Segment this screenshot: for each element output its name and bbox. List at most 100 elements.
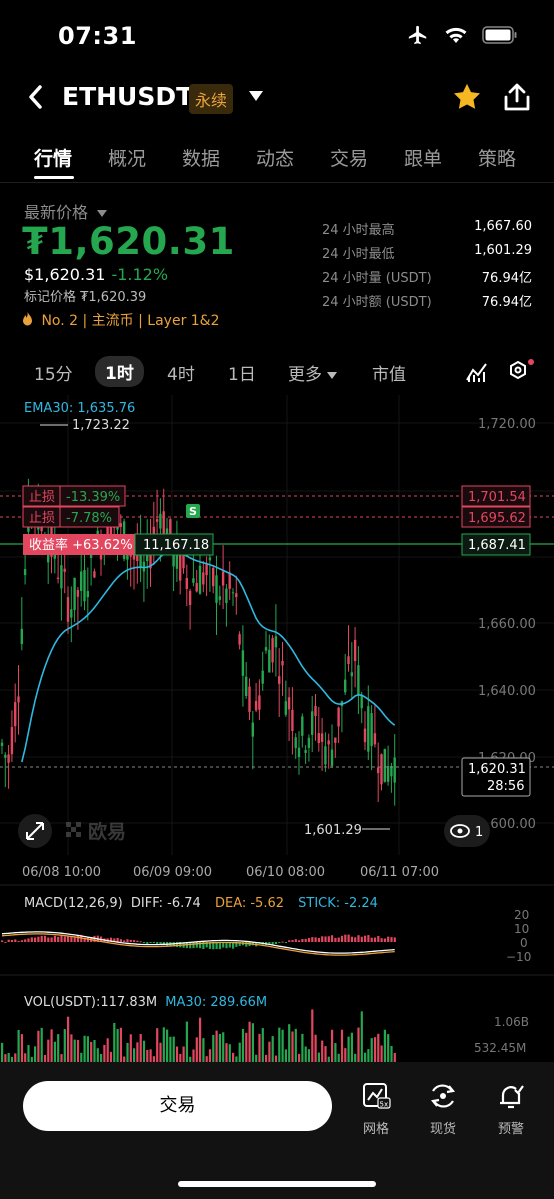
airplane-icon <box>408 25 427 45</box>
macd-bar <box>360 936 363 942</box>
volume-bar <box>294 1028 297 1065</box>
candle-body <box>248 686 251 712</box>
macd-bar <box>142 942 146 943</box>
volume-bar <box>331 1029 334 1065</box>
macd-bar <box>192 942 195 949</box>
volume-bar <box>195 1037 198 1065</box>
eye-icon[interactable]: 1 <box>444 815 490 847</box>
coin-tags[interactable]: No. 2 | 主流币 | Layer 1&2 <box>22 310 220 330</box>
candle-body <box>327 740 330 745</box>
tab-market[interactable]: 行情 <box>34 144 72 171</box>
macd-bar <box>340 935 344 942</box>
candle-body <box>202 572 205 585</box>
volume-bar <box>288 1024 291 1065</box>
candle-body <box>83 570 86 602</box>
back-icon[interactable] <box>26 82 46 118</box>
tab-overview[interactable]: 概况 <box>108 144 146 171</box>
macd-bar <box>337 937 340 942</box>
expand-icon[interactable] <box>18 814 52 848</box>
settings-icon[interactable] <box>506 358 536 386</box>
volume-bar <box>70 1034 73 1065</box>
macd-bar <box>373 937 377 942</box>
volume-bar <box>40 1027 43 1065</box>
macd-bar <box>152 942 155 943</box>
candle-body <box>238 634 241 645</box>
macd-bar <box>67 936 70 942</box>
perpetual-badge: 永续 <box>189 84 234 114</box>
vol-tick: 532.45M <box>474 1041 526 1055</box>
volume-bar <box>116 1029 119 1065</box>
macd-bar <box>60 935 63 942</box>
macd-bar <box>354 937 357 942</box>
candle-body <box>373 733 377 745</box>
home-indicator <box>178 1181 376 1187</box>
macd-label: MACD(12,26,9) DIFF: -6.74 DEA: -5.62 STI… <box>24 896 378 911</box>
macd-bar <box>291 940 294 942</box>
candle-body <box>73 577 76 611</box>
candle-body <box>0 742 4 746</box>
volume-bar <box>311 1009 314 1065</box>
macd-bar <box>347 934 350 942</box>
kline-chart[interactable]: 1,723.22 1,601.29 EMA30: 1,635.76 1,720.… <box>0 395 554 1065</box>
macd-bar <box>367 935 370 942</box>
last-price: ₮1,620.31 <box>22 220 235 263</box>
indicator-icon[interactable] <box>465 360 489 384</box>
tab-copytrade[interactable]: 跟单 <box>404 144 442 171</box>
volume-bar <box>17 1029 20 1065</box>
volume-bar <box>340 1029 344 1065</box>
svg-text:收益率 +63.62%: 收益率 +63.62% <box>29 537 133 553</box>
grid-bot-icon: 5x <box>363 1083 391 1109</box>
candle-body <box>76 590 80 597</box>
trade-button[interactable]: 交易 <box>23 1081 332 1131</box>
macd-bar <box>136 940 139 942</box>
volume-bar <box>215 1030 218 1065</box>
tab-trade[interactable]: 交易 <box>330 144 368 171</box>
pair-title[interactable]: ETHUSDT <box>62 82 193 111</box>
candle-body <box>215 575 218 603</box>
mark-price: 标记价格 ₮1,620.39 <box>24 290 147 305</box>
tab-underline <box>34 176 74 179</box>
volume-bar <box>347 1036 350 1065</box>
price-change: -1.12% <box>111 265 169 284</box>
share-icon[interactable] <box>503 82 531 112</box>
star-icon[interactable] <box>452 82 482 112</box>
candle-body <box>188 590 192 605</box>
macd-bar <box>40 935 43 942</box>
interval-1d[interactable]: 1日 <box>228 360 256 385</box>
volume-bar <box>314 1034 317 1065</box>
macd-bar <box>334 937 337 942</box>
vol-label: VOL(USDT):117.83M MA30: 289.66M <box>24 995 267 1010</box>
candle-body <box>241 650 245 676</box>
candle-body <box>350 672 353 677</box>
alert-button[interactable]: 预警 <box>486 1082 536 1137</box>
tab-data[interactable]: 数据 <box>182 144 220 171</box>
macd-bar <box>119 939 122 942</box>
volume-bar <box>222 1032 225 1065</box>
candle-body <box>317 733 320 744</box>
macd-bar <box>288 940 291 942</box>
candle-body <box>192 578 195 583</box>
macd-bar <box>324 936 327 942</box>
volume-bar <box>63 1029 66 1065</box>
macd-bar <box>298 940 301 942</box>
volume-bar <box>218 1033 221 1065</box>
interval-4h[interactable]: 4时 <box>167 360 195 385</box>
interval-15m[interactable]: 15分 <box>34 360 73 385</box>
svg-text:-7.78%: -7.78% <box>66 511 112 526</box>
volume-bar <box>261 1028 264 1065</box>
macd-bar <box>47 937 50 942</box>
spot-button[interactable]: 现货 <box>418 1082 468 1137</box>
interval-marketcap[interactable]: 市值 <box>372 360 406 385</box>
grid-button[interactable]: 5x 网格 <box>351 1082 401 1137</box>
interval-1h[interactable]: 1时 <box>95 356 144 387</box>
candle-body <box>268 649 271 673</box>
interval-more[interactable]: 更多 <box>288 360 338 385</box>
tab-strategy[interactable]: 策略 <box>478 144 516 171</box>
chevron-down-icon[interactable] <box>248 90 264 102</box>
macd-bar <box>364 935 367 942</box>
macd-bar <box>393 937 396 942</box>
candle-body <box>258 695 261 710</box>
x-tick: 06/11 07:00 <box>360 865 439 880</box>
candle-body <box>119 523 122 527</box>
tab-news[interactable]: 动态 <box>256 144 294 171</box>
